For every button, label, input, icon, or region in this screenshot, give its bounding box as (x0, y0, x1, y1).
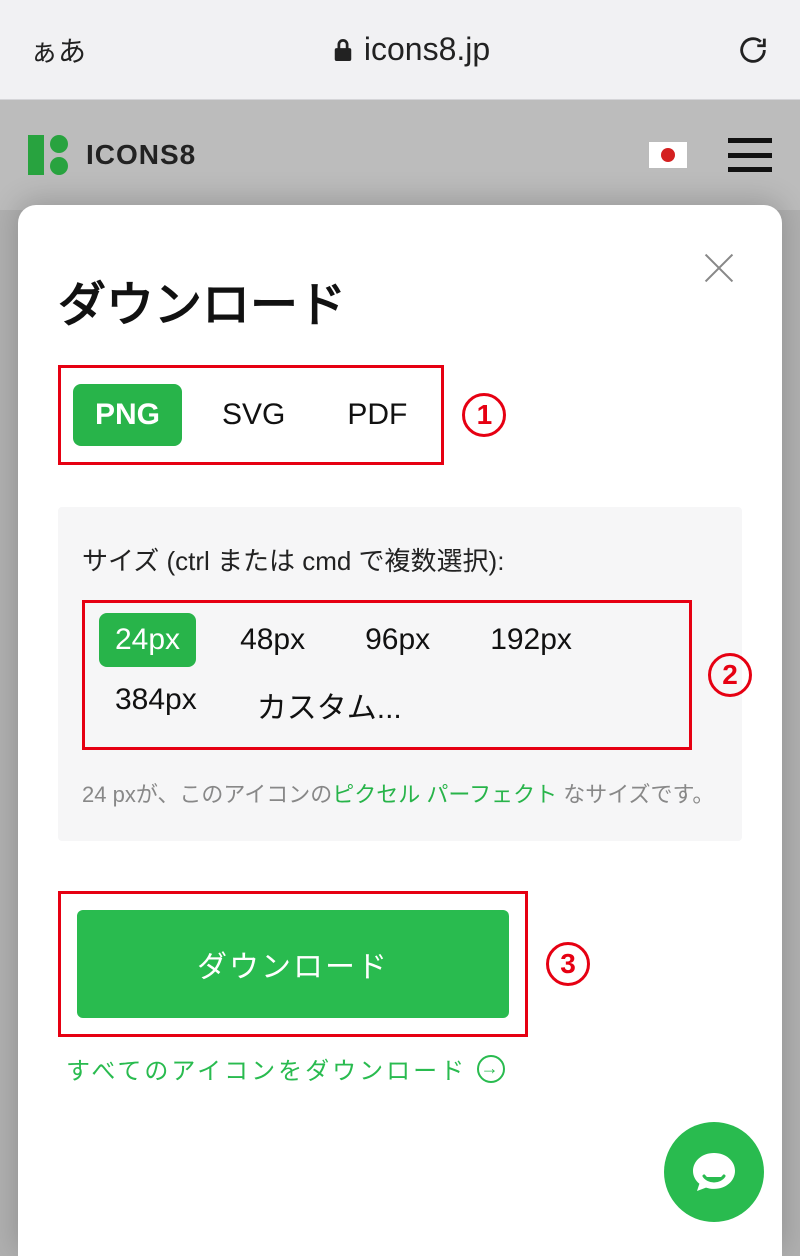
format-png-button[interactable]: PNG (73, 384, 182, 446)
url-display[interactable]: icons8.jp (106, 31, 716, 68)
logo-text: ICONS8 (86, 139, 196, 171)
pixel-perfect-link[interactable]: ピクセル パーフェクト (332, 782, 557, 807)
format-pdf-button[interactable]: PDF (325, 384, 429, 446)
annotation-1: 1 (462, 393, 506, 437)
chat-fab-button[interactable] (664, 1122, 764, 1222)
size-custom-button[interactable]: カスタム... (241, 673, 418, 737)
hamburger-menu-icon[interactable] (728, 138, 772, 172)
url-text: icons8.jp (364, 31, 490, 68)
download-all-link[interactable]: すべてのアイコンをダウンロード → (58, 1051, 742, 1086)
size-384px-button[interactable]: 384px (99, 673, 213, 737)
icons8-logo-icon (28, 135, 68, 175)
download-all-text: すべてのアイコンをダウンロード (66, 1051, 467, 1086)
close-icon[interactable] (702, 251, 736, 285)
size-48px-button[interactable]: 48px (224, 613, 321, 667)
size-24px-button[interactable]: 24px (99, 613, 196, 667)
download-button-wrapper: ダウンロード (58, 891, 528, 1037)
reload-icon[interactable] (736, 33, 770, 67)
format-svg-button[interactable]: SVG (200, 384, 307, 446)
japan-flag-icon[interactable] (648, 141, 688, 169)
size-panel: サイズ (ctrl または cmd で複数選択): 24px 48px 96px… (58, 507, 742, 841)
size-label: サイズ (ctrl または cmd で複数選択): (82, 541, 718, 578)
size-96px-button[interactable]: 96px (349, 613, 446, 667)
download-modal: ダウンロード PNG SVG PDF 1 サイズ (ctrl または cmd で… (18, 205, 782, 1256)
arrow-right-circle-icon: → (477, 1055, 505, 1083)
annotation-2: 2 (708, 653, 752, 697)
download-button[interactable]: ダウンロード (77, 910, 509, 1018)
browser-address-bar: ぁあ icons8.jp (0, 0, 800, 100)
modal-title: ダウンロード (58, 265, 742, 335)
reader-aa-button[interactable]: ぁあ (30, 30, 86, 70)
hint-post: なサイズです。 (557, 782, 714, 807)
annotation-3: 3 (546, 942, 590, 986)
hint-pre: 24 pxが、このアイコンの (82, 782, 332, 807)
pixel-perfect-hint: 24 pxが、このアイコンのピクセル パーフェクト なサイズです。 (82, 776, 718, 813)
size-selector-group: 24px 48px 96px 192px 384px カスタム... (82, 600, 692, 750)
chat-icon (689, 1149, 739, 1195)
site-header: ICONS8 (0, 100, 800, 210)
lock-icon (332, 37, 354, 63)
format-selector-group: PNG SVG PDF (58, 365, 444, 465)
size-192px-button[interactable]: 192px (474, 613, 588, 667)
